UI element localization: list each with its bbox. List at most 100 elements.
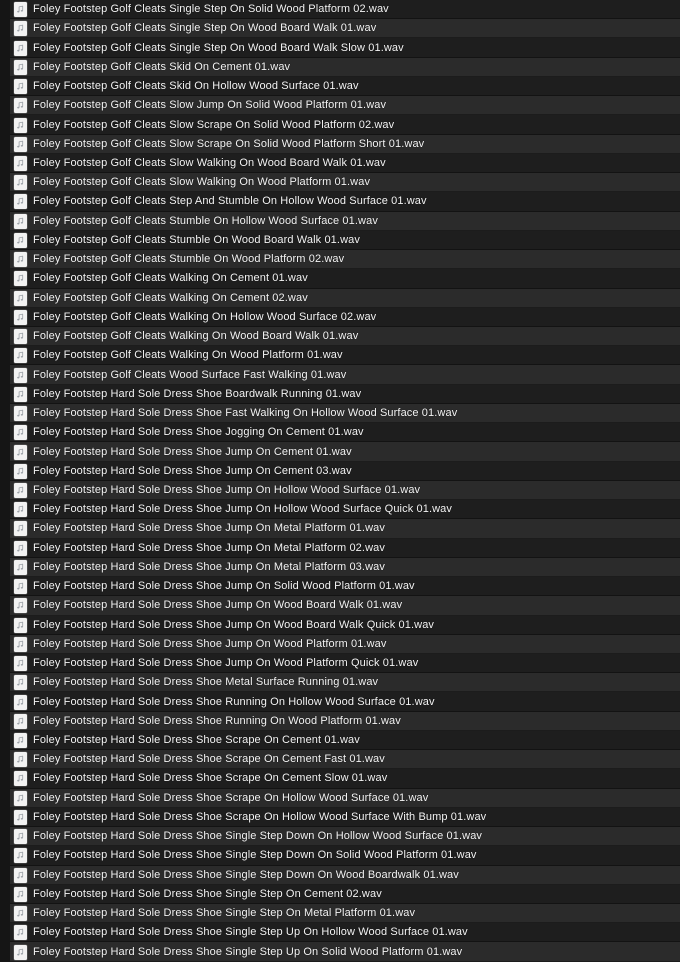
file-icon-cell (10, 175, 30, 191)
audio-file-icon (13, 636, 27, 652)
file-row[interactable]: Foley Footstep Hard Sole Dress Shoe Sing… (0, 884, 680, 905)
audio-file-icon (13, 521, 27, 537)
file-row[interactable]: Foley Footstep Golf Cleats Slow Jump On … (0, 96, 680, 116)
file-row[interactable]: Foley Footstep Golf Cleats Slow Walking … (0, 153, 680, 174)
row-gutter (0, 384, 10, 404)
file-row[interactable]: Foley Footstep Golf Cleats Walking On Wo… (0, 346, 680, 366)
file-name: Foley Footstep Hard Sole Dress Shoe Runn… (33, 714, 401, 727)
file-row[interactable]: Foley Footstep Hard Sole Dress Shoe Jump… (0, 442, 680, 462)
audio-file-icon (13, 502, 27, 518)
file-row[interactable]: Foley Footstep Hard Sole Dress Shoe Jump… (0, 596, 680, 616)
file-row[interactable]: Foley Footstep Hard Sole Dress Shoe Jump… (0, 538, 680, 558)
file-icon-cell (10, 482, 30, 498)
row-gutter (0, 250, 10, 270)
file-row[interactable]: Foley Footstep Hard Sole Dress Shoe Runn… (0, 692, 680, 712)
file-row[interactable]: Foley Footstep Golf Cleats Single Step O… (0, 38, 680, 58)
file-row[interactable]: Foley Footstep Hard Sole Dress Shoe Jump… (0, 500, 680, 520)
row-gutter (0, 115, 10, 135)
file-row[interactable]: Foley Footstep Hard Sole Dress Shoe Sing… (0, 904, 680, 924)
file-row[interactable]: Foley Footstep Hard Sole Dress Shoe Jogg… (0, 423, 680, 443)
file-row[interactable]: Foley Footstep Golf Cleats Walking On Ho… (0, 307, 680, 327)
audio-file-icon (13, 271, 27, 287)
file-row[interactable]: Foley Footstep Golf Cleats Wood Surface … (0, 365, 680, 385)
file-row[interactable]: Foley Footstep Hard Sole Dress Shoe Jump… (0, 480, 680, 501)
file-row[interactable]: Foley Footstep Hard Sole Dress Shoe Jump… (0, 653, 680, 674)
row-gutter (0, 692, 10, 712)
audio-file-icon (13, 771, 27, 787)
file-row[interactable]: Foley Footstep Golf Cleats Stumble On Wo… (0, 230, 680, 251)
file-icon-cell (10, 444, 30, 460)
file-row[interactable]: Foley Footstep Hard Sole Dress Shoe Sing… (0, 865, 680, 885)
file-name: Foley Footstep Golf Cleats Walking On Ce… (33, 291, 308, 304)
file-icon-cell (10, 829, 30, 845)
file-row[interactable]: Foley Footstep Hard Sole Dress Shoe Boar… (0, 384, 680, 404)
file-row[interactable]: Foley Footstep Golf Cleats Single Step O… (0, 19, 680, 39)
file-row[interactable]: Foley Footstep Hard Sole Dress Shoe Jump… (0, 557, 680, 578)
file-row[interactable]: Foley Footstep Hard Sole Dress Shoe Jump… (0, 519, 680, 539)
file-name: Foley Footstep Hard Sole Dress Shoe Sing… (33, 849, 477, 862)
file-row[interactable]: Foley Footstep Golf Cleats Slow Scrape O… (0, 134, 680, 154)
row-gutter (0, 269, 10, 289)
row-gutter (0, 134, 10, 154)
file-row[interactable]: Foley Footstep Golf Cleats Stumble On Ho… (0, 211, 680, 231)
file-name: Foley Footstep Golf Cleats Walking On Wo… (33, 349, 343, 362)
file-row[interactable]: Foley Footstep Hard Sole Dress Shoe Scra… (0, 730, 680, 751)
file-row[interactable]: Foley Footstep Hard Sole Dress Shoe Scra… (0, 750, 680, 770)
file-row[interactable]: Foley Footstep Golf Cleats Stumble On Wo… (0, 250, 680, 270)
row-gutter (0, 423, 10, 443)
file-name: Foley Footstep Hard Sole Dress Shoe Meta… (33, 676, 379, 689)
file-row[interactable]: Foley Footstep Hard Sole Dress Shoe Meta… (0, 673, 680, 693)
file-row[interactable]: Foley Footstep Hard Sole Dress Shoe Jump… (0, 461, 680, 481)
file-name: Foley Footstep Hard Sole Dress Shoe Boar… (33, 387, 362, 400)
file-row[interactable]: Foley Footstep Golf Cleats Single Step O… (0, 0, 680, 20)
file-icon-cell (10, 194, 30, 210)
file-row[interactable]: Foley Footstep Hard Sole Dress Shoe Sing… (0, 846, 680, 866)
file-row[interactable]: Foley Footstep Hard Sole Dress Shoe Sing… (0, 827, 680, 847)
file-row[interactable]: Foley Footstep Hard Sole Dress Shoe Scra… (0, 769, 680, 789)
file-row[interactable]: Foley Footstep Golf Cleats Walking On Ce… (0, 288, 680, 308)
row-gutter (0, 942, 10, 962)
row-gutter (0, 827, 10, 847)
file-row[interactable]: Foley Footstep Hard Sole Dress Shoe Jump… (0, 634, 680, 654)
file-row[interactable]: Foley Footstep Golf Cleats Slow Scrape O… (0, 115, 680, 135)
file-name: Foley Footstep Golf Cleats Slow Walking … (33, 156, 386, 169)
file-row[interactable]: Foley Footstep Golf Cleats Skid On Cemen… (0, 57, 680, 77)
audio-file-icon (13, 713, 27, 729)
file-icon-cell (10, 232, 30, 248)
file-row[interactable]: Foley Footstep Hard Sole Dress Shoe Scra… (0, 788, 680, 808)
file-name: Foley Footstep Hard Sole Dress Shoe Sing… (33, 945, 463, 958)
row-gutter (0, 38, 10, 58)
file-name: Foley Footstep Hard Sole Dress Shoe Scra… (33, 753, 385, 766)
file-row[interactable]: Foley Footstep Hard Sole Dress Shoe Jump… (0, 615, 680, 635)
file-name: Foley Footstep Golf Cleats Slow Jump On … (33, 99, 387, 112)
file-name: Foley Footstep Hard Sole Dress Shoe Jump… (33, 580, 415, 593)
file-icon-cell (10, 733, 30, 749)
file-row[interactable]: Foley Footstep Hard Sole Dress Shoe Jump… (0, 577, 680, 597)
audio-file-icon (13, 155, 27, 171)
row-gutter (0, 288, 10, 308)
file-icon-cell (10, 694, 30, 710)
row-gutter (0, 634, 10, 654)
file-row[interactable]: Foley Footstep Golf Cleats Slow Walking … (0, 173, 680, 193)
file-name: Foley Footstep Hard Sole Dress Shoe Sing… (33, 887, 382, 900)
file-row[interactable]: Foley Footstep Golf Cleats Step And Stum… (0, 192, 680, 212)
audio-file-icon (13, 348, 27, 364)
row-gutter (0, 557, 10, 578)
audio-file-icon (13, 367, 27, 383)
file-name: Foley Footstep Hard Sole Dress Shoe Sing… (33, 830, 483, 843)
file-row[interactable]: Foley Footstep Hard Sole Dress Shoe Scra… (0, 807, 680, 828)
file-row[interactable]: Foley Footstep Golf Cleats Walking On Wo… (0, 326, 680, 347)
file-row[interactable]: Foley Footstep Golf Cleats Skid On Hollo… (0, 76, 680, 97)
row-gutter (0, 769, 10, 789)
file-row[interactable]: Foley Footstep Hard Sole Dress Shoe Sing… (0, 923, 680, 943)
audio-file-icon (13, 656, 27, 672)
file-list[interactable]: Foley Footstep Golf Cleats Single Step O… (0, 0, 680, 962)
file-icon-cell (10, 252, 30, 268)
audio-file-icon (13, 752, 27, 768)
file-row[interactable]: Foley Footstep Hard Sole Dress Shoe Runn… (0, 711, 680, 731)
row-gutter (0, 865, 10, 885)
file-icon-cell (10, 309, 30, 325)
file-row[interactable]: Foley Footstep Hard Sole Dress Shoe Sing… (0, 942, 680, 962)
file-row[interactable]: Foley Footstep Hard Sole Dress Shoe Fast… (0, 403, 680, 424)
file-row[interactable]: Foley Footstep Golf Cleats Walking On Ce… (0, 269, 680, 289)
